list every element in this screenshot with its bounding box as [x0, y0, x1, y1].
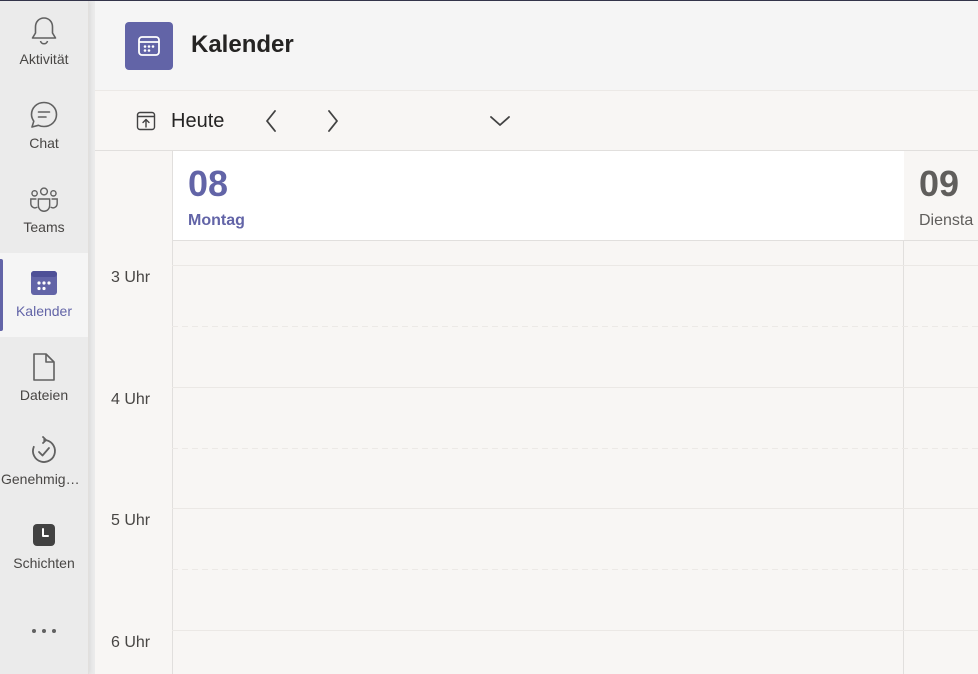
- appbar-label: Kalender: [15, 303, 73, 319]
- day-number: 08: [188, 163, 229, 204]
- calendar-icon: [28, 267, 60, 299]
- day-header-tuesday[interactable]: 09 Diensta: [904, 151, 978, 241]
- half-hour-line: [172, 569, 978, 570]
- more-apps-button[interactable]: [0, 611, 88, 651]
- calendar-icon: [138, 36, 160, 56]
- calendar-grid: 08 Montag 09 Diensta 3 Uhr 4 Uhr 5 Uhr 6…: [95, 151, 978, 674]
- calendar-toolbar: Heute: [95, 91, 978, 151]
- shifts-icon: [28, 519, 60, 551]
- appbar-label: Teams: [23, 219, 65, 235]
- chat-icon: [28, 99, 60, 131]
- hour-line: [172, 630, 978, 631]
- chevron-down-icon: [490, 116, 510, 126]
- today-label: Heute: [171, 109, 225, 132]
- appbar-label: Aktivität: [19, 51, 69, 67]
- date-range-dropdown[interactable]: [487, 109, 513, 133]
- appbar-label: Chat: [29, 135, 59, 151]
- appbar-item-teams[interactable]: Teams: [0, 169, 88, 253]
- calendar-main: Kalender Heute 08 Montag 09 Diensta 3 Uh…: [95, 1, 978, 674]
- next-button[interactable]: [320, 107, 346, 135]
- appbar-item-calendar[interactable]: Kalender: [0, 253, 88, 337]
- half-hour-line: [172, 448, 978, 449]
- file-icon: [28, 351, 60, 383]
- day-column-divider: [903, 240, 904, 674]
- chevron-left-icon: [266, 110, 276, 132]
- today-button[interactable]: Heute: [135, 107, 224, 135]
- appbar-item-activity[interactable]: Aktivität: [0, 1, 88, 85]
- time-label: 4 Uhr: [111, 391, 151, 408]
- appbar-item-files[interactable]: Dateien: [0, 337, 88, 421]
- appbar-item-shifts[interactable]: Schichten: [0, 505, 88, 589]
- day-name: Montag: [188, 212, 245, 229]
- time-label: 5 Uhr: [111, 512, 151, 529]
- half-hour-line: [172, 326, 978, 327]
- day-header-monday[interactable]: 08 Montag: [172, 151, 905, 241]
- appbar-item-approvals[interactable]: Genehmigu…: [0, 421, 88, 505]
- teams-icon: [28, 183, 60, 215]
- day-number: 09: [919, 163, 960, 204]
- appbar-item-chat[interactable]: Chat: [0, 85, 88, 169]
- hour-line: [172, 508, 978, 509]
- approvals-icon: [28, 435, 60, 467]
- bell-icon: [28, 15, 60, 47]
- appbar-label: Schichten: [13, 555, 75, 571]
- day-column-divider: [172, 240, 173, 674]
- hour-line: [172, 387, 978, 388]
- time-label: 6 Uhr: [111, 634, 151, 651]
- calendar-today-icon: [136, 111, 156, 131]
- appbar-label: Genehmigu…: [1, 471, 87, 487]
- hour-line: [172, 265, 978, 266]
- app-bar: Aktivität Chat Teams Kalender Dateien Ge…: [0, 1, 89, 674]
- page-title: Kalender: [191, 31, 294, 58]
- appbar-label: Dateien: [19, 387, 69, 403]
- more-icon: [32, 629, 56, 633]
- time-label: 3 Uhr: [111, 269, 151, 286]
- day-name: Diensta: [919, 212, 974, 229]
- chevron-right-icon: [328, 110, 338, 132]
- window-top-border: [0, 0, 978, 1]
- app-header: Kalender: [95, 1, 978, 91]
- previous-button[interactable]: [258, 107, 284, 135]
- calendar-app-logo: [125, 22, 173, 70]
